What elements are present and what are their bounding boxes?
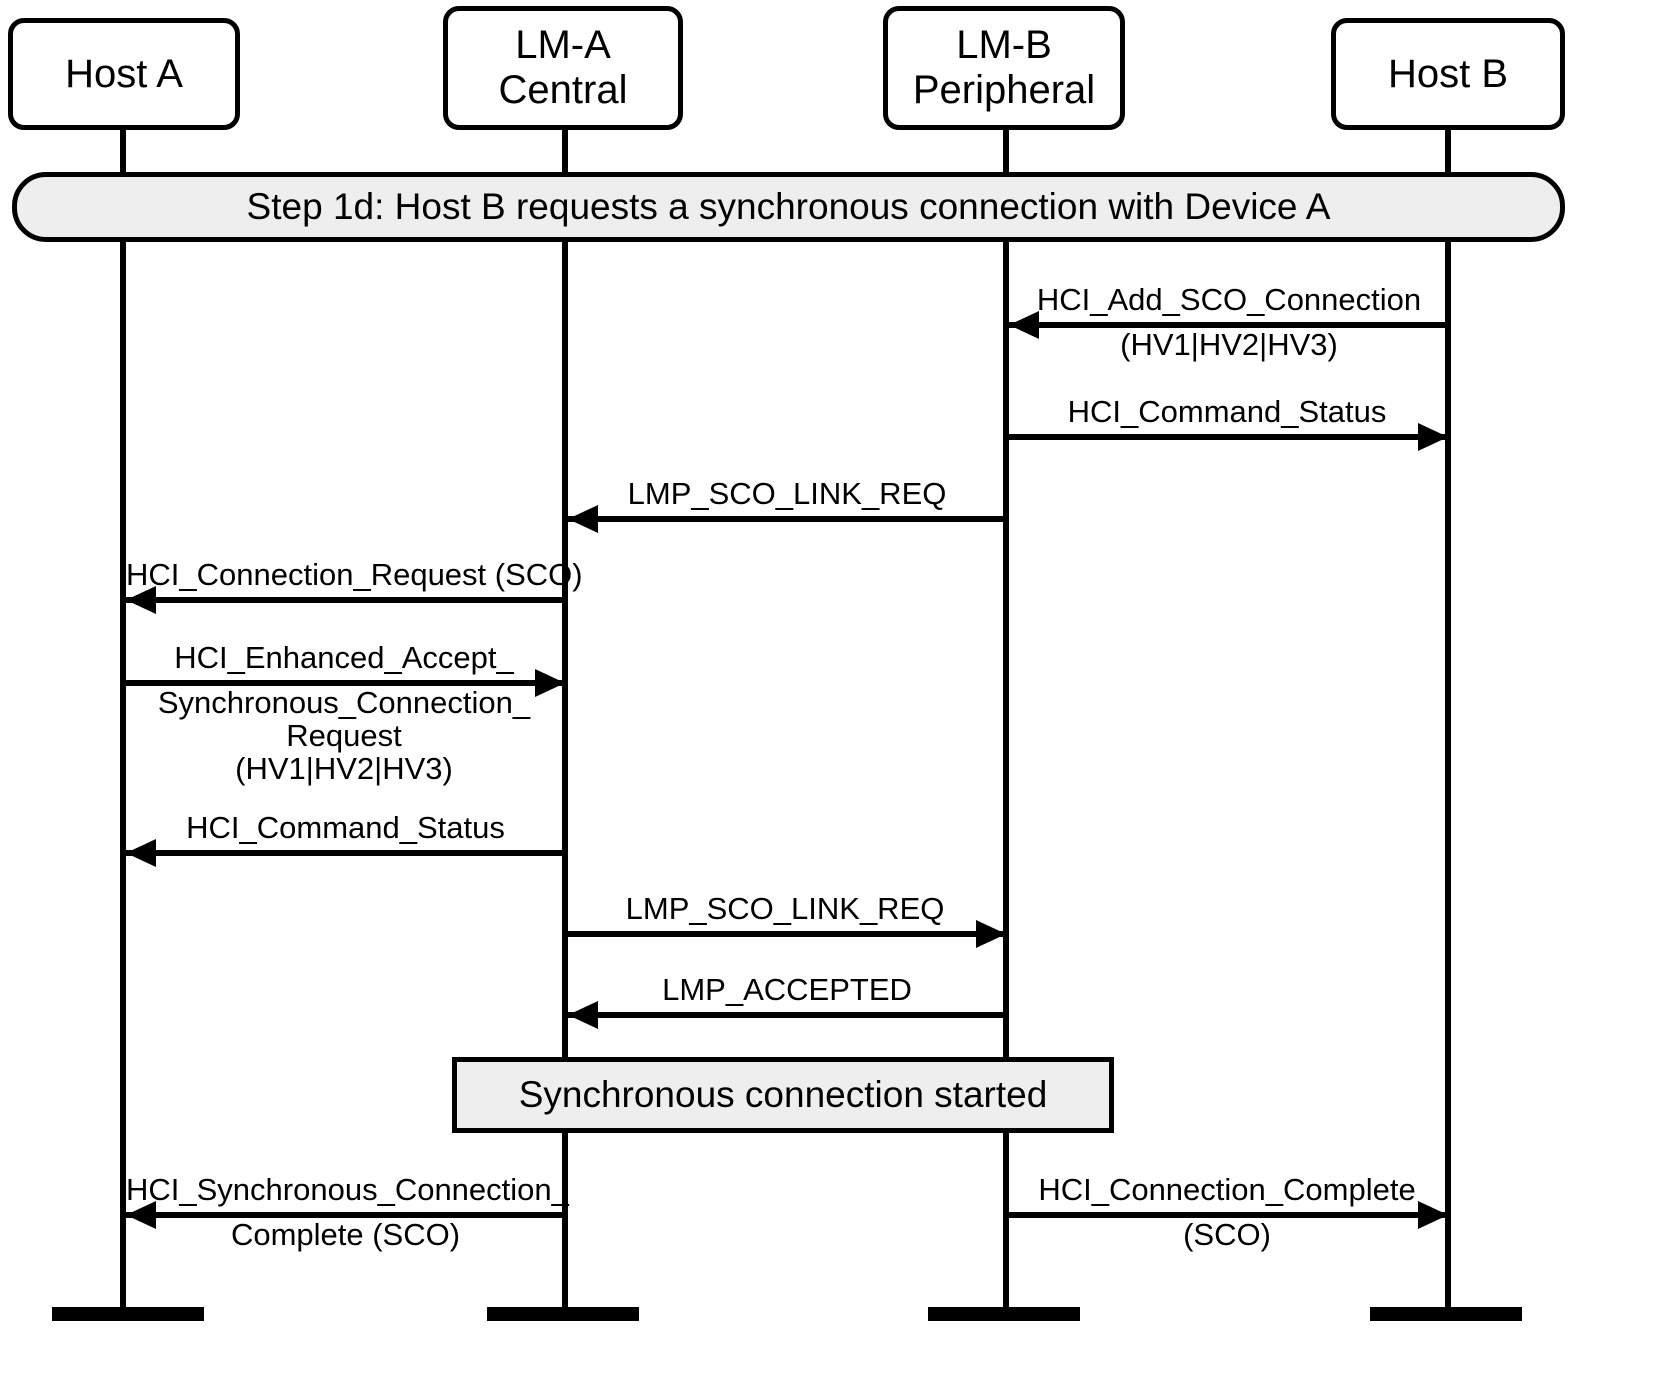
- message-label-below: Synchronous_Connection_ Request (HV1|HV2…: [157, 685, 531, 787]
- message-shaft: [568, 516, 1006, 522]
- step-banner-label: Step 1d: Host B requests a synchronous c…: [246, 186, 1331, 227]
- message-label-below: (SCO): [1183, 1217, 1271, 1252]
- terminator-host-a: [52, 1307, 204, 1321]
- note-label: Synchronous connection started: [518, 1074, 1048, 1115]
- message-shaft: [126, 850, 565, 856]
- message-label-above: LMP_ACCEPTED: [662, 971, 912, 1007]
- actor-box-lm-a[interactable]: LM-A Central: [443, 6, 683, 130]
- message-shaft: [1006, 434, 1448, 440]
- note-synchronous-connection-started: Synchronous connection started: [452, 1057, 1114, 1133]
- actor-label-host-b-line1: Host B: [1387, 51, 1509, 96]
- step-banner: Step 1d: Host B requests a synchronous c…: [12, 172, 1565, 242]
- terminator-lm-a: [487, 1307, 639, 1321]
- message-shaft: [126, 597, 565, 603]
- message-label-above: HCI_Command_Status: [1067, 393, 1387, 429]
- message-shaft: [564, 931, 1006, 937]
- actor-box-lm-b[interactable]: LM-B Peripheral: [883, 6, 1125, 130]
- message-label-below: Complete (SCO): [230, 1217, 461, 1252]
- actor-box-host-b[interactable]: Host B: [1331, 18, 1565, 130]
- sequence-diagram-canvas: Host A LM-A Central LM-B Peripheral Host…: [0, 0, 1675, 1377]
- terminator-lm-b: [928, 1307, 1080, 1321]
- message-label-above: HCI_Synchronous_Connection_: [126, 1171, 569, 1207]
- message-label-above: LMP_SCO_LINK_REQ: [625, 890, 945, 926]
- message-label-above: HCI_Command_Status: [186, 809, 505, 845]
- message-shaft: [568, 1012, 1006, 1018]
- actor-label-lm-b-line2: Peripheral: [912, 68, 1096, 112]
- actor-label-lm-b-line1: LM-B: [956, 23, 1052, 68]
- actor-label-host-a-line1: Host A: [65, 51, 183, 96]
- actor-label-lm-a-line1: LM-A: [515, 23, 611, 68]
- message-label-above: LMP_SCO_LINK_REQ: [627, 475, 947, 511]
- actor-label-lm-a-line2: Central: [498, 68, 628, 112]
- message-label-above: HCI_Enhanced_Accept_: [174, 639, 514, 675]
- message-label-above: HCI_Connection_Complete: [1038, 1171, 1416, 1207]
- message-label-above: HCI_Add_SCO_Connection: [1036, 281, 1422, 317]
- terminator-host-b: [1370, 1307, 1522, 1321]
- message-label-below: (HV1|HV2|HV3): [1120, 327, 1338, 362]
- actor-box-host-a[interactable]: Host A: [8, 18, 240, 130]
- message-label-above: HCI_Connection_Request (SCO): [126, 556, 583, 592]
